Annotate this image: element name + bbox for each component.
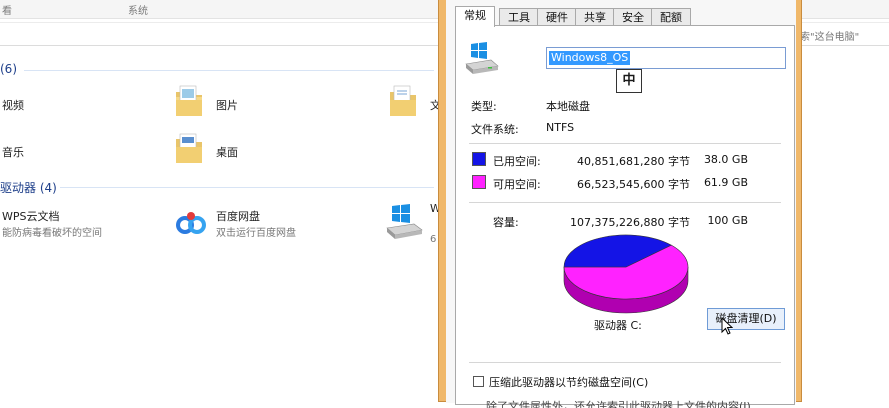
ribbon-tab-view[interactable]: 看 (2, 2, 12, 17)
used-space-bytes: 40,851,681,280 字节 (577, 155, 690, 168)
folder-videos[interactable]: 视频 (2, 97, 24, 113)
group-divider (24, 70, 434, 71)
tab-sharing[interactable]: 共享 (575, 8, 615, 26)
type-label: 类型: (471, 100, 497, 113)
folder-icon[interactable] (174, 131, 204, 165)
tab-tools[interactable]: 工具 (499, 8, 539, 26)
used-space-label: 已用空间: (493, 155, 541, 168)
used-space-swatch (472, 152, 486, 166)
filesystem-label: 文件系统: (471, 123, 519, 136)
free-space-swatch (472, 175, 486, 189)
baidu-netdisk-desc: 双击运行百度网盘 (216, 228, 296, 239)
search-input[interactable]: 索"这台电脑" (800, 28, 859, 43)
tab-general[interactable]: 常规 (455, 6, 495, 27)
folder-pictures[interactable]: 图片 (216, 97, 238, 113)
tab-security[interactable]: 安全 (613, 8, 653, 26)
baidu-netdisk[interactable]: 百度网盘 (216, 208, 260, 224)
drive-properties-dialog: 常规 工具 硬件 共享 安全 配额 Windows8_OS 中 类型: 本地磁盘… (438, 0, 802, 408)
folder-icon[interactable] (388, 84, 418, 118)
used-space-size: 38.0 GB (703, 153, 748, 166)
drive-name-selection[interactable]: Windows8_OS (549, 51, 631, 65)
folders-group-header[interactable]: (6) (0, 62, 17, 76)
wps-cloud-drive[interactable]: WPS云文档 (2, 208, 60, 224)
drive-letter-label: 驱动器 C: (594, 319, 642, 332)
tab-hardware[interactable]: 硬件 (537, 8, 577, 26)
windows-drive-icon[interactable] (384, 204, 424, 240)
folder-icon[interactable] (174, 84, 204, 118)
capacity-bytes: 107,375,226,880 字节 (570, 216, 690, 229)
separator (469, 143, 781, 144)
capacity-size: 100 GB (707, 214, 748, 227)
separator (469, 202, 781, 203)
folder-music[interactable]: 音乐 (2, 144, 24, 160)
free-space-bytes: 66,523,545,600 字节 (577, 178, 690, 191)
filesystem-value: NTFS (546, 121, 575, 134)
compress-drive-label[interactable]: 压缩此驱动器以节约磁盘空间(C) (489, 374, 648, 390)
dialog-body: 常规 工具 硬件 共享 安全 配额 Windows8_OS 中 类型: 本地磁盘… (446, 0, 796, 408)
capacity-label: 容量: (493, 216, 519, 229)
drive-c-sub: 6 (430, 234, 437, 245)
drive-icon (465, 42, 499, 74)
type-value: 本地磁盘 (546, 100, 590, 113)
group-divider (60, 187, 434, 188)
free-space-size: 61.9 GB (703, 176, 748, 189)
general-panel: Windows8_OS 中 类型: 本地磁盘 文件系统: NTFS 已用空间: … (455, 25, 795, 408)
disk-cleanup-button[interactable]: 磁盘清理(D) (707, 308, 785, 330)
compress-drive-checkbox[interactable] (473, 376, 484, 387)
separator (469, 362, 781, 363)
folder-desktop[interactable]: 桌面 (216, 144, 238, 160)
ribbon-label-system: 系统 (128, 6, 148, 17)
drive-name-input[interactable]: Windows8_OS (546, 47, 786, 69)
mouse-cursor-icon (721, 317, 733, 335)
tab-quota[interactable]: 配额 (651, 8, 691, 26)
free-space-label: 可用空间: (493, 178, 541, 191)
disk-usage-pie-chart (563, 234, 689, 314)
ime-indicator: 中 (616, 69, 642, 93)
wps-cloud-desc: 能防病毒看破坏的空间 (2, 228, 102, 239)
devices-group-header[interactable]: 驱动器 (4) (0, 179, 57, 196)
baidu-netdisk-icon[interactable] (174, 206, 208, 240)
